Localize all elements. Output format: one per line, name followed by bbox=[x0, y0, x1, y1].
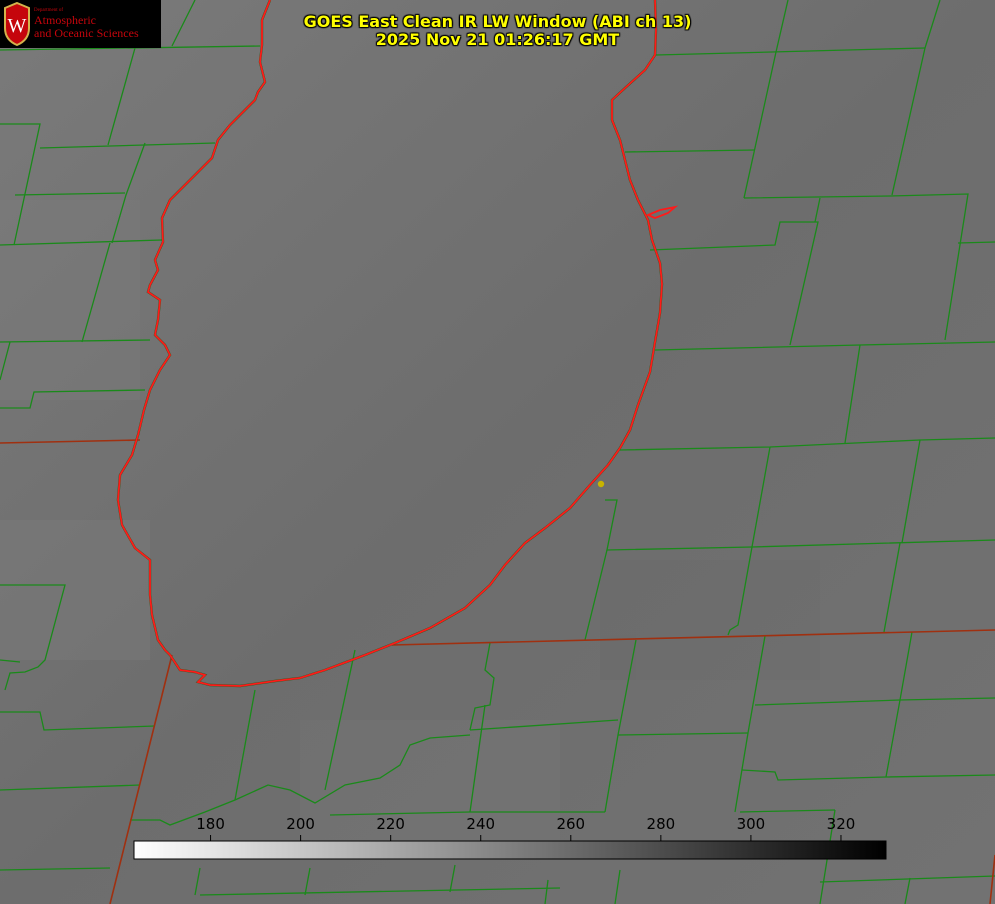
colorbar-tick-label: 300 bbox=[736, 815, 766, 833]
map-layer bbox=[0, 0, 995, 904]
image-title: GOES East Clean IR LW Window (ABI ch 13) bbox=[303, 12, 692, 31]
satellite-image-view: W Department of Atmospheric and Oceanic … bbox=[0, 0, 995, 904]
image-timestamp: 2025 Nov 21 01:26:17 GMT bbox=[375, 30, 620, 49]
site-marker bbox=[597, 480, 605, 488]
colorbar-tick-label: 200 bbox=[286, 815, 315, 833]
colorbar bbox=[133, 840, 887, 860]
colorbar-tick-label: 260 bbox=[556, 815, 586, 833]
colorbar-tick-label: 280 bbox=[646, 815, 676, 833]
colorbar-tick-label: 180 bbox=[196, 815, 225, 833]
colorbar-tick-label: 320 bbox=[826, 815, 856, 833]
colorbar-tick-label: 240 bbox=[466, 815, 496, 833]
colorbar-tick-label: 220 bbox=[376, 815, 405, 833]
